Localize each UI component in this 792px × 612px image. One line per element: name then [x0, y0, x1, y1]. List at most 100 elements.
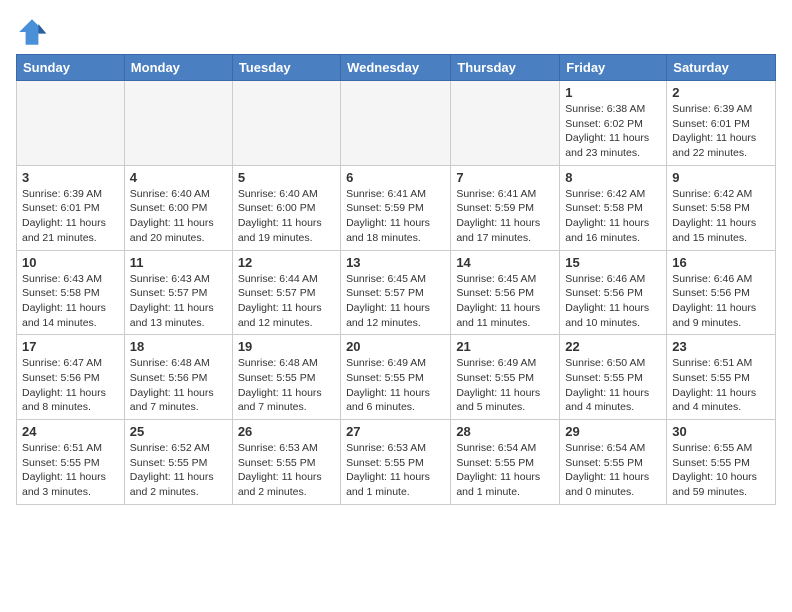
- day-info: Sunrise: 6:52 AMSunset: 5:55 PMDaylight:…: [130, 441, 227, 500]
- day-cell: 7Sunrise: 6:41 AMSunset: 5:59 PMDaylight…: [451, 165, 560, 250]
- day-cell: 25 Sunrise: 6:52 AMSunset: 5:55 PMDayligh…: [124, 420, 232, 505]
- day-info: Sunrise: 6:55 AMSunset: 5:55 PMDaylight:…: [672, 441, 770, 500]
- day-cell: 20Sunrise: 6:49 AMSunset: 5:55 PMDayligh…: [341, 335, 451, 420]
- day-cell: 30 Sunrise: 6:55 AMSunset: 5:55 PMDayligh…: [667, 420, 776, 505]
- day-info: Sunrise: 6:42 AMSunset: 5:58 PMDaylight:…: [672, 187, 770, 246]
- logo: [16, 16, 52, 48]
- day-cell: 27 Sunrise: 6:53 AMSunset: 5:55 PMDayligh…: [341, 420, 451, 505]
- day-number: 27: [346, 424, 445, 439]
- day-number: 19: [238, 339, 335, 354]
- day-number: 30: [672, 424, 770, 439]
- day-info: Sunrise: 6:50 AMSunset: 5:55 PMDaylight:…: [565, 356, 661, 415]
- day-cell: 5Sunrise: 6:40 AMSunset: 6:00 PMDaylight…: [232, 165, 340, 250]
- weekday-header-monday: Monday: [124, 55, 232, 81]
- day-info: Sunrise: 6:43 AMSunset: 5:57 PMDaylight:…: [130, 272, 227, 331]
- day-info: Sunrise: 6:51 AMSunset: 5:55 PMDaylight:…: [22, 441, 119, 500]
- day-cell: 23 Sunrise: 6:51 AMSunset: 5:55 PMDayligh…: [667, 335, 776, 420]
- day-info: Sunrise: 6:44 AMSunset: 5:57 PMDaylight:…: [238, 272, 335, 331]
- weekday-header-sunday: Sunday: [17, 55, 125, 81]
- day-cell: 4 Sunrise: 6:40 AMSunset: 6:00 PMDaylight…: [124, 165, 232, 250]
- day-number: 2: [672, 85, 770, 100]
- day-cell: 15 Sunrise: 6:46 AMSunset: 5:56 PMDayligh…: [560, 250, 667, 335]
- day-info: Sunrise: 6:45 AMSunset: 5:56 PMDaylight:…: [456, 272, 554, 331]
- weekday-header-friday: Friday: [560, 55, 667, 81]
- day-info: Sunrise: 6:51 AMSunset: 5:55 PMDaylight:…: [672, 356, 770, 415]
- day-cell: 19 Sunrise: 6:48 AMSunset: 5:55 PMDayligh…: [232, 335, 340, 420]
- day-cell: 17 Sunrise: 6:47 AMSunset: 5:56 PMDayligh…: [17, 335, 125, 420]
- day-cell: 13 Sunrise: 6:45 AMSunset: 5:57 PMDayligh…: [341, 250, 451, 335]
- day-cell: 12Sunrise: 6:44 AMSunset: 5:57 PMDayligh…: [232, 250, 340, 335]
- day-cell: 16 Sunrise: 6:46 AMSunset: 5:56 PMDayligh…: [667, 250, 776, 335]
- day-cell: 1 Sunrise: 6:38 AMSunset: 6:02 PMDaylight…: [560, 81, 667, 166]
- week-row-3: 10 Sunrise: 6:43 AMSunset: 5:58 PMDayligh…: [17, 250, 776, 335]
- day-info: Sunrise: 6:46 AMSunset: 5:56 PMDaylight:…: [565, 272, 661, 331]
- day-info: Sunrise: 6:54 AMSunset: 5:55 PMDaylight:…: [565, 441, 661, 500]
- day-number: 24: [22, 424, 119, 439]
- day-number: 28: [456, 424, 554, 439]
- day-number: 11: [130, 255, 227, 270]
- day-info: Sunrise: 6:39 AMSunset: 6:01 PMDaylight:…: [672, 102, 770, 161]
- day-cell: 26 Sunrise: 6:53 AMSunset: 5:55 PMDayligh…: [232, 420, 340, 505]
- day-number: 23: [672, 339, 770, 354]
- day-number: 15: [565, 255, 661, 270]
- day-info: Sunrise: 6:48 AMSunset: 5:55 PMDaylight:…: [238, 356, 335, 415]
- day-info: Sunrise: 6:43 AMSunset: 5:58 PMDaylight:…: [22, 272, 119, 331]
- weekday-header-tuesday: Tuesday: [232, 55, 340, 81]
- day-number: 3: [22, 170, 119, 185]
- day-cell: 18Sunrise: 6:48 AMSunset: 5:56 PMDayligh…: [124, 335, 232, 420]
- day-cell: 24 Sunrise: 6:51 AMSunset: 5:55 PMDayligh…: [17, 420, 125, 505]
- day-number: 17: [22, 339, 119, 354]
- day-info: Sunrise: 6:41 AMSunset: 5:59 PMDaylight:…: [456, 187, 554, 246]
- day-info: Sunrise: 6:42 AMSunset: 5:58 PMDaylight:…: [565, 187, 661, 246]
- logo-icon: [16, 16, 48, 48]
- day-cell: 28Sunrise: 6:54 AMSunset: 5:55 PMDayligh…: [451, 420, 560, 505]
- day-cell: 22 Sunrise: 6:50 AMSunset: 5:55 PMDayligh…: [560, 335, 667, 420]
- day-cell: [341, 81, 451, 166]
- week-row-5: 24 Sunrise: 6:51 AMSunset: 5:55 PMDayligh…: [17, 420, 776, 505]
- day-number: 9: [672, 170, 770, 185]
- day-cell: [17, 81, 125, 166]
- day-info: Sunrise: 6:53 AMSunset: 5:55 PMDaylight:…: [238, 441, 335, 500]
- day-cell: [451, 81, 560, 166]
- day-number: 14: [456, 255, 554, 270]
- day-number: 21: [456, 339, 554, 354]
- day-number: 26: [238, 424, 335, 439]
- week-row-2: 3Sunrise: 6:39 AMSunset: 6:01 PMDaylight…: [17, 165, 776, 250]
- weekday-header-thursday: Thursday: [451, 55, 560, 81]
- day-info: Sunrise: 6:53 AMSunset: 5:55 PMDaylight:…: [346, 441, 445, 500]
- day-info: Sunrise: 6:49 AMSunset: 5:55 PMDaylight:…: [456, 356, 554, 415]
- day-number: 18: [130, 339, 227, 354]
- day-number: 8: [565, 170, 661, 185]
- week-row-1: 1 Sunrise: 6:38 AMSunset: 6:02 PMDaylight…: [17, 81, 776, 166]
- day-info: Sunrise: 6:38 AMSunset: 6:02 PMDaylight:…: [565, 102, 661, 161]
- day-info: Sunrise: 6:47 AMSunset: 5:56 PMDaylight:…: [22, 356, 119, 415]
- day-cell: 8 Sunrise: 6:42 AMSunset: 5:58 PMDaylight…: [560, 165, 667, 250]
- weekday-header-row: SundayMondayTuesdayWednesdayThursdayFrid…: [17, 55, 776, 81]
- day-number: 6: [346, 170, 445, 185]
- day-info: Sunrise: 6:46 AMSunset: 5:56 PMDaylight:…: [672, 272, 770, 331]
- day-info: Sunrise: 6:45 AMSunset: 5:57 PMDaylight:…: [346, 272, 445, 331]
- weekday-header-wednesday: Wednesday: [341, 55, 451, 81]
- day-cell: 10 Sunrise: 6:43 AMSunset: 5:58 PMDayligh…: [17, 250, 125, 335]
- day-cell: 21 Sunrise: 6:49 AMSunset: 5:55 PMDayligh…: [451, 335, 560, 420]
- day-number: 13: [346, 255, 445, 270]
- day-cell: 2 Sunrise: 6:39 AMSunset: 6:01 PMDaylight…: [667, 81, 776, 166]
- day-number: 4: [130, 170, 227, 185]
- day-info: Sunrise: 6:49 AMSunset: 5:55 PMDaylight:…: [346, 356, 445, 415]
- day-info: Sunrise: 6:41 AMSunset: 5:59 PMDaylight:…: [346, 187, 445, 246]
- weekday-header-saturday: Saturday: [667, 55, 776, 81]
- week-row-4: 17 Sunrise: 6:47 AMSunset: 5:56 PMDayligh…: [17, 335, 776, 420]
- day-number: 29: [565, 424, 661, 439]
- day-cell: 11 Sunrise: 6:43 AMSunset: 5:57 PMDayligh…: [124, 250, 232, 335]
- day-number: 16: [672, 255, 770, 270]
- day-number: 22: [565, 339, 661, 354]
- day-number: 10: [22, 255, 119, 270]
- header: [16, 16, 776, 48]
- day-info: Sunrise: 6:40 AMSunset: 6:00 PMDaylight:…: [130, 187, 227, 246]
- day-cell: 6 Sunrise: 6:41 AMSunset: 5:59 PMDaylight…: [341, 165, 451, 250]
- day-number: 5: [238, 170, 335, 185]
- calendar: SundayMondayTuesdayWednesdayThursdayFrid…: [16, 54, 776, 505]
- day-number: 25: [130, 424, 227, 439]
- day-number: 1: [565, 85, 661, 100]
- page: SundayMondayTuesdayWednesdayThursdayFrid…: [0, 0, 792, 515]
